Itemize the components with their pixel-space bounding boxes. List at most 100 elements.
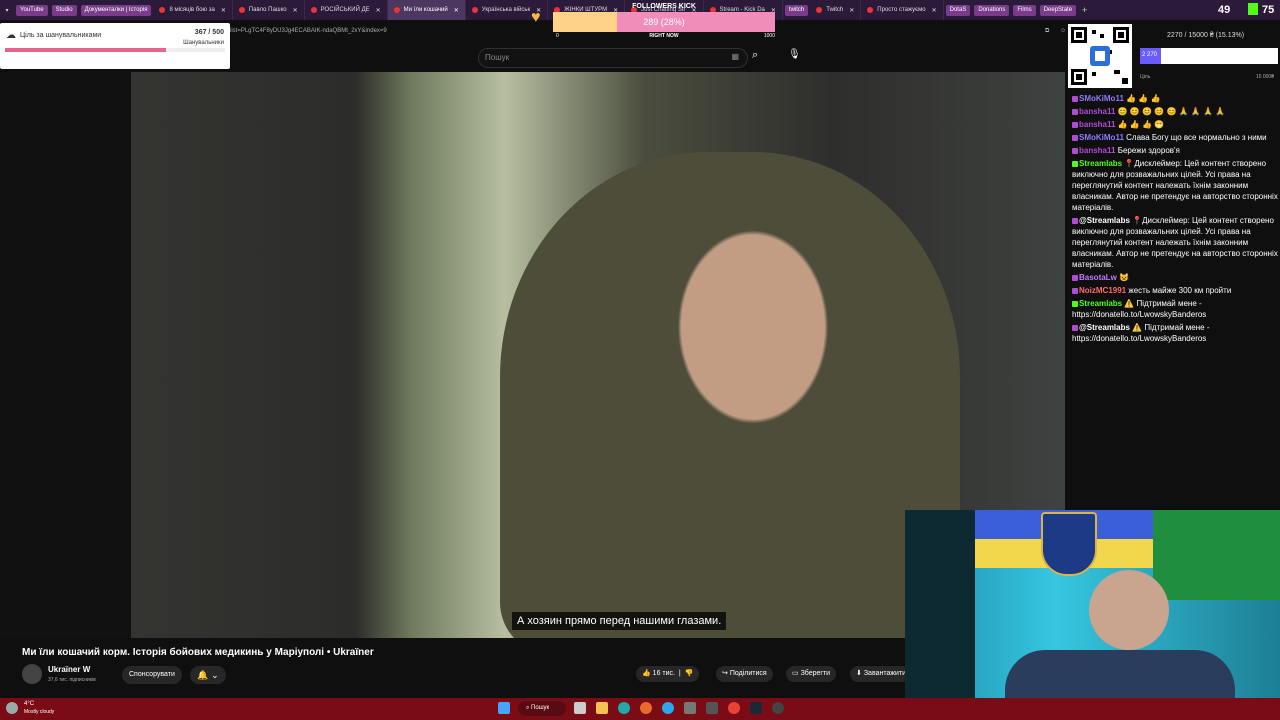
tab-favicon-icon: [238, 7, 245, 13]
chat-message: bansha11 👍 👍 👍 😁: [1068, 118, 1280, 131]
donation-progress-bar: [1140, 48, 1278, 64]
close-icon[interactable]: ✕: [932, 7, 937, 14]
file-explorer-icon[interactable]: [596, 702, 608, 714]
tab-favicon-icon: [867, 7, 874, 13]
donation-progress-text: 2270 / 15000 ₴ (15.13%): [1167, 32, 1245, 39]
app-grid-icon[interactable]: [706, 702, 718, 714]
share-button[interactable]: ↪ Поділитися: [716, 666, 773, 682]
donation-current: 2 270: [1142, 52, 1158, 58]
bookmark-item[interactable]: Donations: [974, 4, 1010, 16]
browser-tab[interactable]: Павло Пашко ✕: [233, 0, 305, 20]
bell-icon: 🔔: [197, 670, 209, 680]
weather-icon: [6, 702, 18, 714]
calculator-icon[interactable]: [684, 702, 696, 714]
bookmark-item[interactable]: Studio: [51, 4, 77, 16]
browser-tab[interactable]: 8 місяців бою за ✕: [153, 0, 233, 20]
chat-badge-icon: [1072, 121, 1078, 128]
heart-icon: ♥: [531, 9, 541, 26]
bookmark-item[interactable]: YouTube: [16, 4, 48, 16]
firefox-icon[interactable]: [640, 702, 652, 714]
tab-favicon-icon: [159, 7, 166, 13]
chrome-icon[interactable]: [728, 702, 740, 714]
tab-label: twitch: [788, 7, 805, 13]
chat-username[interactable]: BasotaLw: [1079, 273, 1117, 282]
browser-tab[interactable]: Просто стажуємо ✕: [861, 0, 944, 20]
taskbar-search[interactable]: ⌕ Пошук: [518, 701, 566, 716]
download-icon: ⬇: [856, 670, 862, 677]
chat-username[interactable]: @Streamlabs: [1079, 323, 1130, 332]
stream-chat: SMoKiMo11 👍 👍 👍 bansha11 😊 😊 😊 😊 😊 🙏 🙏 🙏 …: [1068, 92, 1280, 345]
tab-search-icon[interactable]: ▾: [0, 7, 14, 14]
weather-desc: Mostly cloudy: [24, 709, 55, 715]
close-icon[interactable]: ✕: [376, 7, 381, 14]
goal-progress-bar: [5, 48, 225, 53]
save-label: Зберегти: [800, 670, 831, 677]
followers-center-label: RIGHT NOW: [649, 33, 679, 39]
tab-favicon-icon: [310, 7, 317, 13]
chat-username[interactable]: Streamlabs: [1079, 159, 1122, 168]
chat-message: Streamlabs ⚠️ Підтримай мене - https://d…: [1068, 297, 1280, 321]
save-button[interactable]: ▭ Зберегти: [786, 666, 837, 682]
bookmark-item[interactable]: DeepState: [1039, 4, 1077, 16]
like-count: 16 тис.: [652, 670, 675, 677]
bookmark-item[interactable]: DotaS: [945, 4, 971, 16]
windows-start-icon[interactable]: [498, 702, 510, 714]
chat-badge-icon: [1072, 134, 1078, 141]
tab-label: Просто стажуємо: [877, 7, 926, 13]
download-label: Завантажити: [863, 670, 907, 677]
extensions-icon[interactable]: ⧉: [1045, 28, 1049, 35]
channel-avatar[interactable]: [22, 664, 42, 684]
download-button[interactable]: ⬇ Завантажити: [850, 666, 910, 682]
chat-username[interactable]: @Streamlabs: [1079, 216, 1130, 225]
cloud-icon: ☁: [6, 30, 16, 41]
browser-tab[interactable]: РОСІЙСЬКИЙ ДЕ ✕: [305, 0, 388, 20]
close-icon[interactable]: ✕: [221, 7, 226, 14]
task-view-icon[interactable]: [574, 702, 586, 714]
search-input[interactable]: Пошук ▦: [478, 48, 748, 68]
close-icon[interactable]: ✕: [454, 7, 459, 14]
new-tab-button[interactable]: +: [1082, 5, 1087, 15]
telegram-icon[interactable]: [662, 702, 674, 714]
chat-badge-icon: [1072, 160, 1078, 167]
chat-badge-icon: [1072, 217, 1078, 224]
bookmark-item[interactable]: Films: [1013, 4, 1036, 16]
close-icon[interactable]: ✕: [293, 7, 298, 14]
chat-username[interactable]: NoizMC1991: [1079, 286, 1126, 295]
tab-label: Films: [1017, 7, 1032, 13]
microphone-icon[interactable]: 🎙: [788, 49, 801, 60]
share-icon: ↪: [722, 670, 728, 677]
bookmark-item[interactable]: Документалки | Історія: [80, 4, 152, 16]
steam-icon[interactable]: [750, 702, 762, 714]
keyboard-icon[interactable]: ▦: [731, 52, 739, 61]
search-icon[interactable]: ⌕: [752, 49, 758, 62]
chat-text: 👍 👍 👍: [1126, 94, 1161, 103]
tab-label: Документалки | Історія: [84, 7, 148, 13]
goal-count: 367 / 500: [194, 29, 224, 36]
bookmark-item[interactable]: twitch: [784, 4, 809, 16]
chat-text: Слава Богу що все нормально з ними: [1126, 133, 1267, 142]
obs-icon[interactable]: [772, 702, 784, 714]
chat-username[interactable]: bansha11: [1079, 107, 1115, 116]
chat-username[interactable]: bansha11: [1079, 146, 1115, 155]
followers-kick-widget: FOLLOWERS KICK 289 (28%) 0 RIGHT NOW 100…: [531, 0, 775, 44]
chat-badge-icon: [1072, 274, 1078, 281]
chat-username[interactable]: SMoKiMo11: [1079, 94, 1124, 103]
edge-icon[interactable]: [618, 702, 630, 714]
chat-text: 😺: [1119, 273, 1129, 282]
browser-tab[interactable]: Twitch ✕: [810, 0, 862, 20]
browser-tab[interactable]: Ми їли кошачий ✕: [387, 0, 466, 20]
thumbs-down-icon[interactable]: 👎: [685, 670, 694, 677]
close-icon[interactable]: ✕: [849, 7, 854, 14]
profile-icon[interactable]: ☺: [1060, 28, 1066, 34]
notifications-button[interactable]: 🔔 ⌄: [190, 666, 226, 684]
sponsor-button[interactable]: Спонсорувати: [122, 666, 182, 684]
chat-username[interactable]: bansha11: [1079, 120, 1115, 129]
chat-badge-icon: [1072, 300, 1078, 307]
channel-name[interactable]: Ukraїner W: [48, 665, 90, 674]
chat-username[interactable]: Streamlabs: [1079, 299, 1122, 308]
chat-username[interactable]: SMoKiMo11: [1079, 133, 1124, 142]
goal-title: Ціль за шанувальниками: [20, 32, 102, 39]
donation-qr-code: [1068, 24, 1132, 88]
like-button[interactable]: 👍 16 тис. | 👎: [636, 666, 700, 682]
subscriber-count: 37,6 тис. підписників: [48, 677, 96, 683]
